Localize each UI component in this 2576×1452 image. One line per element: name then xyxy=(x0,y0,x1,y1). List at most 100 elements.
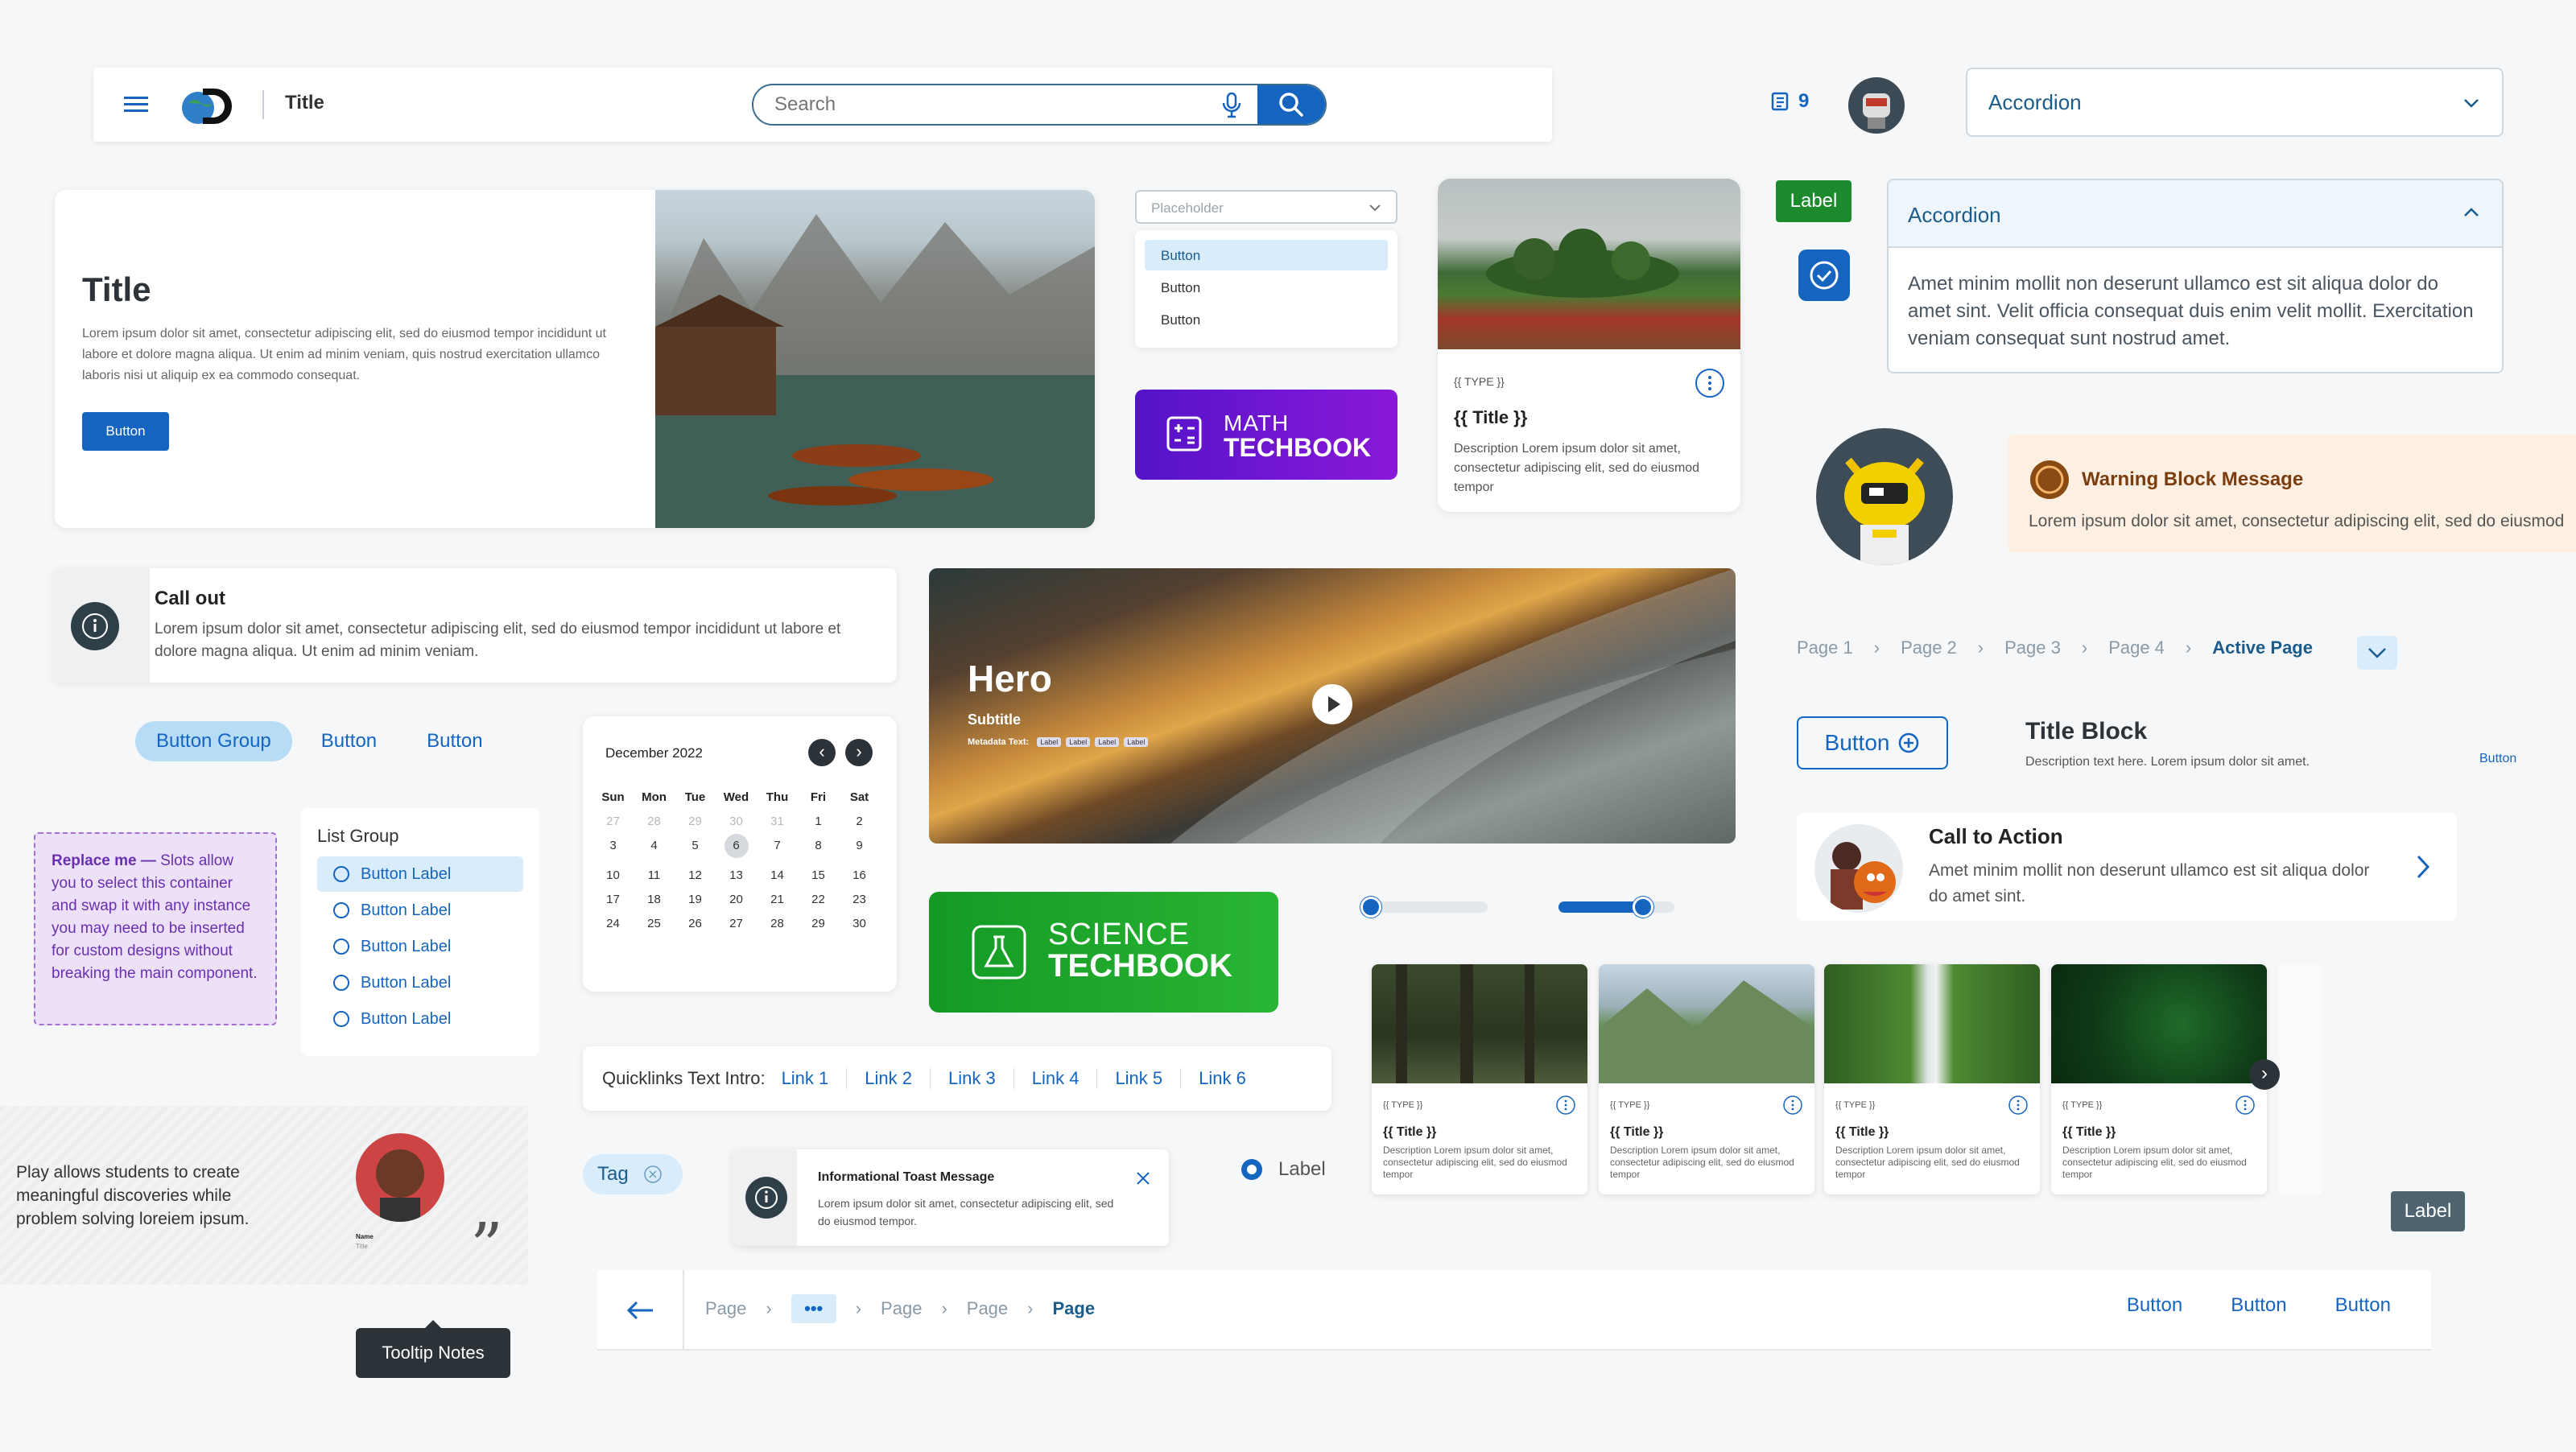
calendar-day[interactable]: 26 xyxy=(675,917,716,930)
search-input[interactable] xyxy=(774,93,1193,116)
calendar-day[interactable]: 23 xyxy=(839,893,880,906)
calendar-day[interactable]: 18 xyxy=(634,893,675,906)
breadcrumb-item[interactable]: Page 1 xyxy=(1797,637,1853,658)
media-card-button[interactable]: Button xyxy=(82,412,169,451)
slider-handle[interactable] xyxy=(1360,897,1381,918)
calendar-day[interactable]: 22 xyxy=(798,893,839,906)
calendar-day[interactable]: 19 xyxy=(675,893,716,906)
carousel-card[interactable]: {{ TYPE }} {{ Title }} Description Lorem … xyxy=(2051,964,2267,1194)
calendar-day[interactable]: 20 xyxy=(716,893,757,906)
menu-icon[interactable] xyxy=(122,93,150,116)
bottom-bar-button[interactable]: Button xyxy=(2127,1294,2182,1317)
carousel-card[interactable]: {{ TYPE }} {{ Title }} Description Lorem … xyxy=(1824,964,2040,1194)
tag-chip[interactable]: Tag xyxy=(583,1154,683,1194)
microphone-icon[interactable] xyxy=(1220,92,1243,123)
close-icon[interactable] xyxy=(1135,1170,1151,1186)
accordion-expanded-header[interactable]: Accordion xyxy=(1889,180,2502,248)
content-card[interactable]: {{ TYPE }} {{ Title }} Description Lorem… xyxy=(1438,179,1740,512)
quicklink[interactable]: Link 1 xyxy=(782,1068,848,1089)
calendar-day[interactable]: 10 xyxy=(592,868,634,882)
back-button[interactable] xyxy=(597,1270,684,1351)
bottom-bar-button[interactable]: Button xyxy=(2231,1294,2286,1317)
info-icon[interactable] xyxy=(1555,1095,1576,1116)
dropdown-select[interactable]: Placeholder xyxy=(1135,190,1397,224)
info-icon[interactable] xyxy=(1694,367,1726,399)
calendar-day[interactable]: 21 xyxy=(757,893,798,906)
search-button[interactable] xyxy=(1257,85,1325,124)
list-item-active[interactable]: Button Label xyxy=(317,856,523,892)
breadcrumb-item[interactable]: Page 3 xyxy=(2004,637,2061,658)
carousel-card[interactable]: {{ TYPE }} {{ Title }} Description Lorem … xyxy=(1599,964,1814,1194)
science-techbook-logo[interactable]: SCIENCE TECHBOOK xyxy=(929,892,1278,1013)
calendar-day[interactable]: 29 xyxy=(798,917,839,930)
calendar-day[interactable]: 30 xyxy=(839,917,880,930)
calendar-day[interactable]: 28 xyxy=(757,917,798,930)
notifications-button[interactable]: 9 xyxy=(1769,90,1809,113)
title-block-link[interactable]: Button xyxy=(2479,752,2516,766)
play-button[interactable] xyxy=(1312,684,1352,724)
button-group-item-active[interactable]: Button Group xyxy=(135,721,292,761)
call-to-action[interactable]: Call to Action Amet minim mollit non des… xyxy=(1797,813,2457,921)
dropdown-option[interactable]: Button xyxy=(1145,303,1388,335)
checkbox-checked[interactable] xyxy=(1798,250,1850,301)
calendar-day[interactable]: 14 xyxy=(757,868,798,882)
list-item[interactable]: Button Label xyxy=(317,965,523,1000)
calendar-day[interactable]: 7 xyxy=(757,839,798,858)
breadcrumb-item[interactable]: Page xyxy=(705,1298,746,1319)
calendar-prev-button[interactable]: ‹ xyxy=(808,739,836,766)
breadcrumb-dropdown[interactable] xyxy=(2357,636,2397,670)
close-circle-icon[interactable] xyxy=(643,1165,663,1184)
calendar-day[interactable]: 6 xyxy=(724,834,749,858)
calendar-day[interactable]: 12 xyxy=(675,868,716,882)
calendar-day[interactable]: 11 xyxy=(634,868,675,882)
discovery-logo[interactable] xyxy=(179,84,242,127)
breadcrumb-item[interactable]: Page 2 xyxy=(1901,637,1957,658)
calendar-day[interactable]: 13 xyxy=(716,868,757,882)
carousel-card[interactable]: {{ TYPE }} {{ Title }} Description Lorem … xyxy=(1372,964,1587,1194)
calendar-day[interactable]: 27 xyxy=(592,815,634,828)
quicklink[interactable]: Link 4 xyxy=(1032,1068,1098,1089)
calendar-day[interactable]: 2 xyxy=(839,815,880,828)
slider-handle[interactable] xyxy=(1632,897,1653,918)
calendar-day[interactable]: 24 xyxy=(592,917,634,930)
bottom-bar-button[interactable]: Button xyxy=(2335,1294,2391,1317)
calendar-next-button[interactable]: › xyxy=(845,739,873,766)
calendar-day[interactable]: 30 xyxy=(716,815,757,828)
calendar-day[interactable]: 31 xyxy=(757,815,798,828)
quicklink[interactable]: Link 3 xyxy=(948,1068,1014,1089)
calendar-day[interactable]: 4 xyxy=(634,839,675,858)
calendar-day[interactable]: 1 xyxy=(798,815,839,828)
quicklink[interactable]: Link 6 xyxy=(1199,1068,1246,1089)
list-item[interactable]: Button Label xyxy=(317,929,523,964)
button-group-item[interactable]: Button xyxy=(406,721,503,761)
calendar-day[interactable]: 3 xyxy=(592,839,634,858)
info-icon[interactable] xyxy=(2235,1095,2256,1116)
slider-single[interactable] xyxy=(1360,897,1488,918)
dropdown-option[interactable]: Button xyxy=(1145,240,1388,270)
calendar-day[interactable]: 17 xyxy=(592,893,634,906)
radio-selected[interactable]: Label xyxy=(1240,1157,1326,1182)
breadcrumb-item[interactable]: Page xyxy=(967,1298,1008,1319)
calendar-day[interactable]: 5 xyxy=(675,839,716,858)
outline-button-with-icon[interactable]: Button xyxy=(1797,716,1948,769)
calendar-day[interactable]: 28 xyxy=(634,815,675,828)
info-icon[interactable] xyxy=(2008,1095,2029,1116)
list-item[interactable]: Button Label xyxy=(317,893,523,928)
calendar-day[interactable]: 29 xyxy=(675,815,716,828)
slider-range[interactable] xyxy=(1558,897,1674,918)
list-item[interactable]: Button Label xyxy=(317,1001,523,1037)
breadcrumb-item[interactable]: Page 4 xyxy=(2108,637,2165,658)
breadcrumb-ellipsis[interactable]: ••• xyxy=(791,1294,836,1323)
avatar[interactable] xyxy=(1848,77,1905,134)
slot-placeholder[interactable]: Replace me — Slots allow you to select t… xyxy=(34,832,277,1025)
carousel-next-button[interactable]: › xyxy=(2249,1059,2280,1090)
dropdown-option[interactable]: Button xyxy=(1145,270,1388,303)
hero-banner[interactable]: Hero Subtitle Metadata Text: Label Label… xyxy=(929,568,1736,844)
quicklink[interactable]: Link 5 xyxy=(1115,1068,1182,1089)
calendar-day[interactable]: 25 xyxy=(634,917,675,930)
button-group-item[interactable]: Button xyxy=(300,721,398,761)
calendar-day[interactable]: 8 xyxy=(798,839,839,858)
calendar-day[interactable]: 15 xyxy=(798,868,839,882)
breadcrumb-item[interactable]: Page xyxy=(881,1298,922,1319)
quicklink[interactable]: Link 2 xyxy=(865,1068,931,1089)
